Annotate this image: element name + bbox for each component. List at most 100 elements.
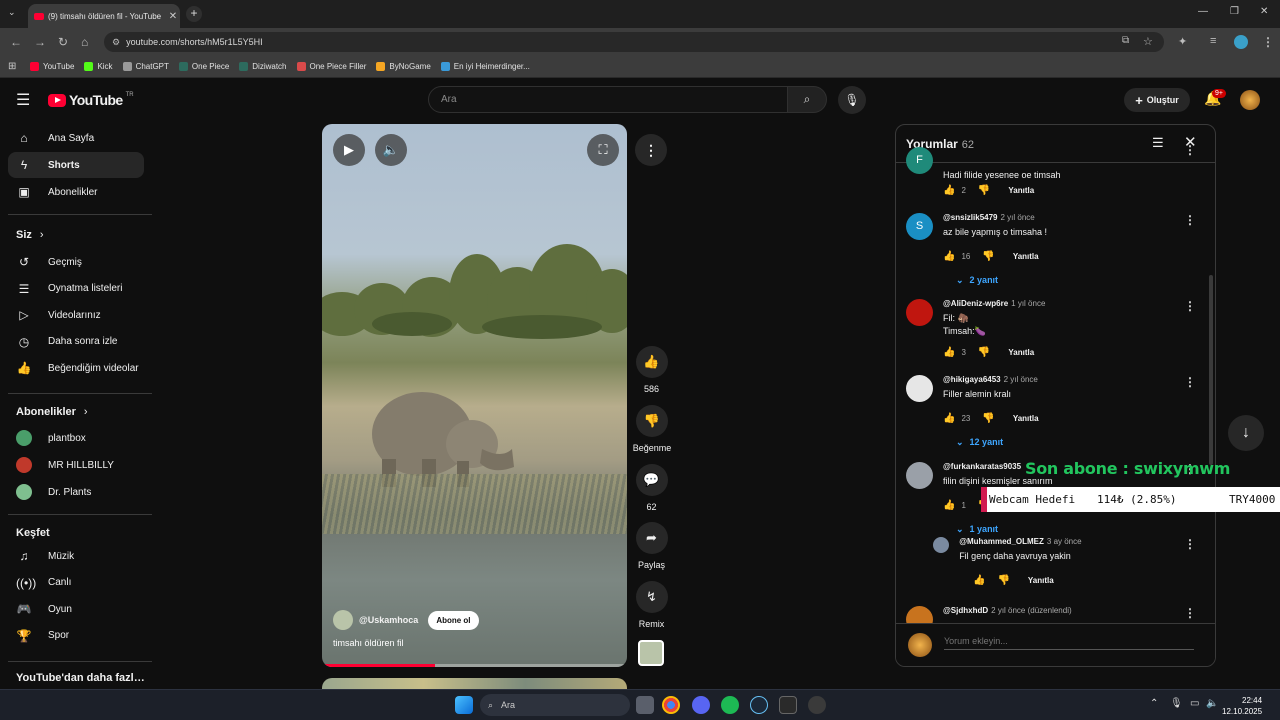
install-app-icon[interactable]: ⧉ bbox=[1122, 35, 1129, 46]
sidebar-you-item-2[interactable]: ▷ Videolarınız bbox=[8, 302, 144, 328]
remix-button[interactable]: ↯ bbox=[635, 581, 668, 613]
comment-menu-icon[interactable]: ⋮ bbox=[1184, 375, 1196, 389]
sidebar-explore-item-2[interactable]: 🎮 Oyun bbox=[8, 596, 144, 622]
youtube-logo[interactable]: YouTube TR bbox=[48, 92, 134, 108]
thumbs-up-icon[interactable]: 👍 bbox=[943, 251, 955, 262]
voice-search-button[interactable]: 🎙 bbox=[838, 86, 866, 114]
hamburger-menu-icon[interactable]: ☰ bbox=[16, 90, 30, 110]
thumbs-down-icon[interactable]: 👎 bbox=[982, 251, 994, 262]
comment-menu-icon[interactable]: ⋮ bbox=[1184, 143, 1196, 157]
comment-author[interactable]: @hikigaya6453 2 yıl önce bbox=[943, 375, 1038, 384]
reply-button[interactable]: Yanıtla bbox=[1013, 414, 1039, 423]
sidebar-explore-item-3[interactable]: 🏆 Spor bbox=[8, 623, 144, 649]
search-input[interactable]: Ara bbox=[428, 86, 788, 113]
discord-taskbar-icon[interactable] bbox=[692, 696, 710, 714]
sidebar-you-item-0[interactable]: ↺ Geçmiş bbox=[8, 249, 144, 275]
comment-author[interactable]: @AliDeniz-wp6re 1 yıl önce bbox=[943, 299, 1045, 308]
browser-menu-icon[interactable]: ⋮ bbox=[1262, 35, 1274, 49]
sort-icon[interactable]: ☰ bbox=[1152, 135, 1164, 151]
comment-avatar[interactable] bbox=[906, 462, 933, 489]
browser-tab-active[interactable]: (9) timsahı öldüren fil - YouTube ✕ bbox=[28, 4, 180, 28]
site-info-icon[interactable]: ⚙ bbox=[112, 37, 120, 48]
comment-author[interactable]: @Muhammed_OLMEZ 3 ay önce bbox=[959, 537, 1081, 546]
reply-button[interactable]: Yanıtla bbox=[1008, 348, 1034, 357]
spotify-taskbar-icon[interactable] bbox=[721, 696, 739, 714]
share-button[interactable]: ➦ bbox=[635, 522, 668, 554]
comment-author[interactable]: @snsizlik5479 2 yıl önce bbox=[943, 213, 1035, 222]
taskbar-clock[interactable]: 22:44 12.10.2025 bbox=[1222, 695, 1262, 717]
comment-author[interactable]: @SjdhxhdD 2 yıl önce (düzenlendi) bbox=[943, 606, 1072, 615]
comment-menu-icon[interactable]: ⋮ bbox=[1184, 606, 1196, 620]
chrome-taskbar-icon[interactable] bbox=[662, 696, 680, 714]
task-view-icon[interactable] bbox=[636, 696, 654, 714]
profile-avatar-icon[interactable] bbox=[1234, 35, 1248, 49]
video-title[interactable]: timsahı öldüren fil bbox=[333, 638, 404, 648]
windows-start-icon[interactable] bbox=[455, 696, 473, 714]
bookmark-0[interactable]: YouTube bbox=[30, 62, 74, 71]
reload-icon[interactable]: ↻ bbox=[58, 35, 68, 49]
tray-chevron-icon[interactable]: ⌃ bbox=[1150, 698, 1158, 709]
search-button[interactable]: ⌕ bbox=[787, 86, 827, 113]
bookmark-1[interactable]: Kick bbox=[84, 62, 113, 71]
channel-name[interactable]: @Uskamhoca bbox=[359, 615, 418, 625]
comment-avatar[interactable]: S bbox=[906, 213, 933, 240]
thumbs-up-icon[interactable]: 👍 bbox=[973, 575, 985, 586]
sidebar-channel-2[interactable]: Dr. Plants bbox=[8, 479, 144, 505]
sidebar-you-item-4[interactable]: 👍 Beğendiğim videolar bbox=[8, 355, 144, 381]
steam-taskbar-icon[interactable] bbox=[750, 696, 768, 714]
subscribe-button[interactable]: Abone ol bbox=[428, 610, 479, 630]
create-button[interactable]: + Oluştur bbox=[1124, 88, 1190, 112]
tray-display-icon[interactable]: ▭ bbox=[1190, 698, 1199, 709]
tab-close-icon[interactable]: ✕ bbox=[166, 11, 180, 22]
play-button[interactable]: ▶ bbox=[333, 134, 365, 166]
thumbs-down-icon[interactable]: 👎 bbox=[978, 347, 990, 358]
sound-thumbnail[interactable] bbox=[638, 640, 664, 666]
sidebar-channel-0[interactable]: plantbox bbox=[8, 425, 144, 451]
sidebar-you-header[interactable]: Siz › bbox=[16, 229, 44, 241]
dislike-button[interactable]: 👎 bbox=[636, 405, 668, 437]
reply-button[interactable]: Yanıtla bbox=[1028, 576, 1054, 585]
comment-avatar[interactable] bbox=[906, 299, 933, 326]
fullscreen-button[interactable]: ⛶ bbox=[587, 134, 619, 166]
comment-avatar[interactable] bbox=[906, 375, 933, 402]
reply-button[interactable]: Yanıtla bbox=[1013, 252, 1039, 261]
thumbs-up-icon[interactable]: 👍 bbox=[943, 500, 955, 511]
new-tab-button[interactable]: + bbox=[186, 6, 202, 22]
tray-mic-icon[interactable]: 🎙 bbox=[1170, 698, 1183, 709]
shorts-video-player[interactable]: ▶ 🔈 ⛶ @Uskamhoca Abone ol timsahı öldüre… bbox=[322, 124, 627, 667]
sidebar-you-item-3[interactable]: ◷ Daha sonra izle bbox=[8, 329, 144, 355]
sidebar-you-item-1[interactable]: ☰ Oynatma listeleri bbox=[8, 276, 144, 302]
sidebar-channel-1[interactable]: MR HILLBILLY bbox=[8, 452, 144, 478]
comments-button[interactable]: 💬 bbox=[635, 464, 668, 496]
minimize-icon[interactable]: — bbox=[1198, 6, 1208, 17]
sidebar-explore-item-1[interactable]: ((•)) Canlı bbox=[8, 570, 144, 596]
bookmark-3[interactable]: One Piece bbox=[178, 62, 229, 71]
taskbar-search[interactable]: ⌕ Ara bbox=[480, 694, 630, 716]
sidebar-item-2[interactable]: ▣ Abonelikler bbox=[8, 179, 144, 205]
address-bar[interactable]: ⚙ youtube.com/shorts/hM5r1L5Y5HI bbox=[104, 32, 1164, 52]
comment-author[interactable]: @furkankaratas9035 bbox=[943, 462, 1024, 471]
account-avatar[interactable] bbox=[1240, 90, 1260, 110]
bookmark-2[interactable]: ChatGPT bbox=[122, 62, 169, 71]
tab-search-chevron-icon[interactable]: ⌄ bbox=[8, 7, 16, 18]
extensions-icon[interactable]: ✦ bbox=[1178, 35, 1187, 48]
sidebar-item-1[interactable]: ϟ Shorts bbox=[8, 152, 144, 178]
obs-taskbar-icon[interactable] bbox=[808, 696, 826, 714]
volume-button[interactable]: 🔈 bbox=[375, 134, 407, 166]
thumbs-down-icon[interactable]: 👎 bbox=[978, 185, 990, 196]
comment-avatar[interactable] bbox=[933, 537, 949, 553]
bookmark-4[interactable]: Diziwatch bbox=[239, 62, 287, 71]
more-options-button[interactable]: ⋮ bbox=[635, 134, 667, 166]
restore-icon[interactable]: ❐ bbox=[1230, 6, 1239, 17]
thumbs-up-icon[interactable]: 👍 bbox=[943, 413, 955, 424]
channel-avatar[interactable] bbox=[333, 610, 353, 630]
tray-volume-icon[interactable]: 🔈 bbox=[1206, 698, 1218, 709]
bookmark-5[interactable]: One Piece Filler bbox=[296, 62, 366, 71]
comments-scrollbar[interactable] bbox=[1209, 275, 1213, 465]
sidebar-explore-item-0[interactable]: ♫ Müzik bbox=[8, 543, 144, 569]
thumbs-down-icon[interactable]: 👎 bbox=[982, 413, 994, 424]
sidebar-item-0[interactable]: ⌂ Ana Sayfa bbox=[8, 125, 144, 151]
window-close-icon[interactable]: ✕ bbox=[1260, 6, 1268, 17]
bookmark-7[interactable]: En iyi Heimerdinger... bbox=[440, 62, 530, 71]
thumbs-down-icon[interactable]: 👎 bbox=[997, 575, 1009, 586]
